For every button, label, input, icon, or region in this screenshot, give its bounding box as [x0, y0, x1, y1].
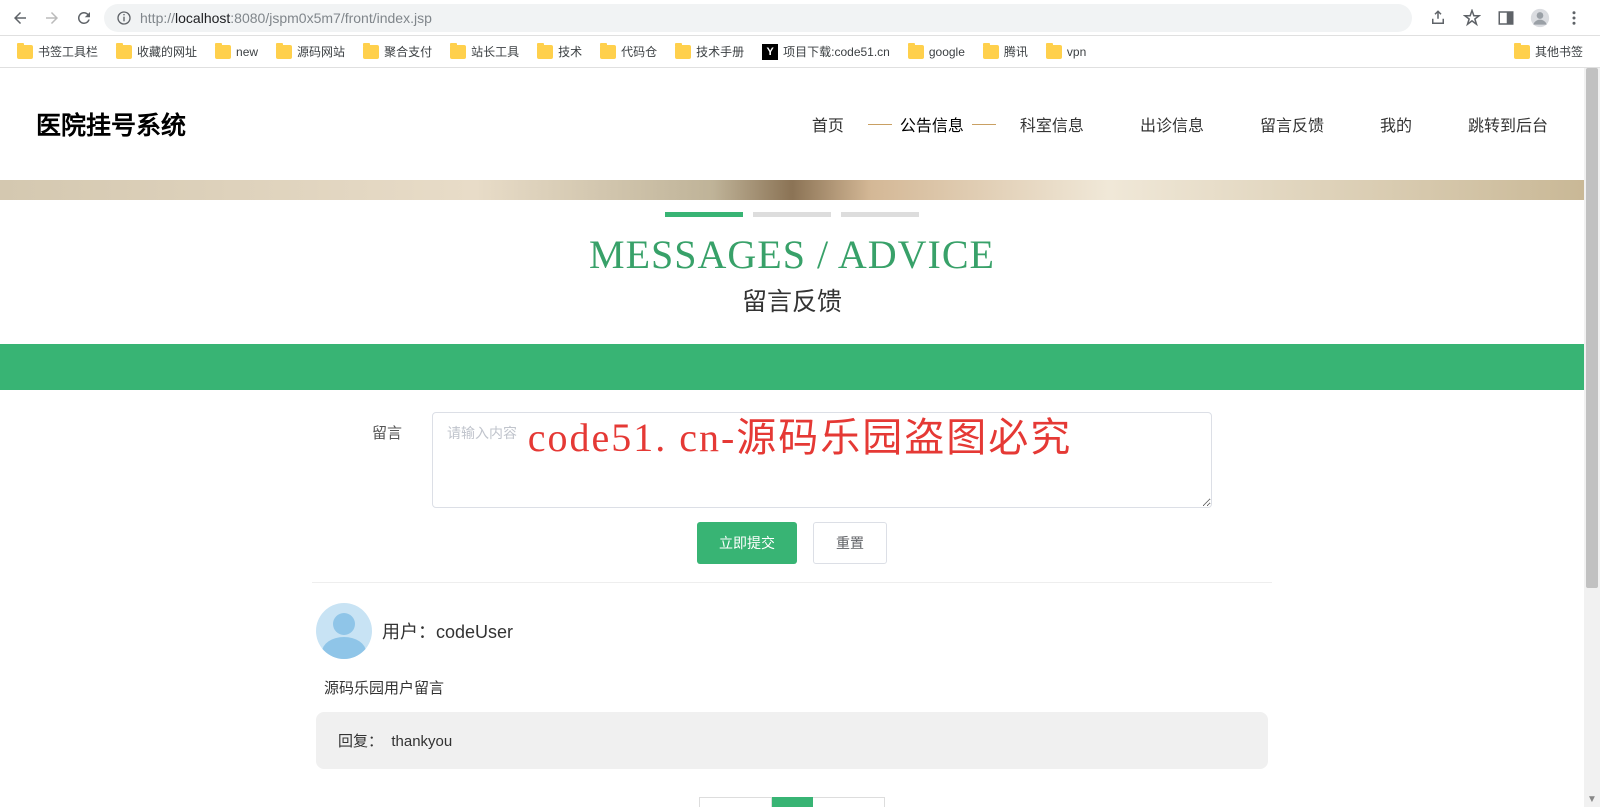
- folder-icon: [450, 45, 466, 59]
- bookmark-label: 收藏的网址: [137, 43, 197, 60]
- folder-icon: [600, 45, 616, 59]
- bookmark-other[interactable]: 其他书签: [1507, 39, 1590, 64]
- main-nav: 首页 公告信息 科室信息 出诊信息 留言反馈 我的 跳转到后台: [812, 108, 1548, 140]
- page-next[interactable]: 下一页: [813, 797, 885, 807]
- nav-item[interactable]: 公告信息: [900, 108, 964, 140]
- section-title-cn: 留言反馈: [0, 282, 1584, 318]
- panel-icon[interactable]: [1496, 8, 1516, 28]
- folder-icon: [537, 45, 553, 59]
- bookmark-item[interactable]: 腾讯: [976, 39, 1035, 64]
- bookmark-item[interactable]: 源码网站: [269, 39, 352, 64]
- scrollbar-thumb[interactable]: [1586, 68, 1598, 588]
- submit-button[interactable]: 立即提交: [697, 522, 797, 564]
- nav-item[interactable]: 留言反馈: [1260, 108, 1324, 140]
- nav-item[interactable]: 首页: [812, 108, 844, 140]
- toolbar-right: [1420, 8, 1592, 28]
- bookmark-item[interactable]: 站长工具: [443, 39, 526, 64]
- bookmark-label: 其他书签: [1535, 43, 1583, 60]
- bookmark-item[interactable]: vpn: [1039, 41, 1093, 63]
- bookmark-item[interactable]: 技术: [530, 39, 589, 64]
- bookmark-label: new: [236, 45, 258, 59]
- folder-icon: [1514, 45, 1530, 59]
- forward-button[interactable]: [40, 6, 64, 30]
- comment-text: 源码乐园用户留言: [324, 677, 1268, 698]
- watermark-text: code51. cn-源码乐园盗图必究: [528, 405, 1073, 463]
- bookmark-label: 项目下载:code51.cn: [783, 43, 890, 60]
- arrow-left-icon: [11, 9, 29, 27]
- folder-icon: [17, 45, 33, 59]
- bookmark-label: 书签工具栏: [38, 43, 98, 60]
- reload-icon: [75, 9, 93, 27]
- arrow-right-icon: [43, 9, 61, 27]
- reply-box: 回复： thankyou: [316, 712, 1268, 769]
- bookmark-item[interactable]: 代码仓: [593, 39, 664, 64]
- bookmark-item[interactable]: Y 项目下载:code51.cn: [755, 39, 897, 64]
- bookmark-label: 源码网站: [297, 43, 345, 60]
- pagination: 上一页 1 下一页: [0, 797, 1584, 807]
- form-label-message: 留言: [372, 412, 412, 443]
- reload-button[interactable]: [72, 6, 96, 30]
- bookmark-item[interactable]: 聚合支付: [356, 39, 439, 64]
- bookmark-label: vpn: [1067, 45, 1086, 59]
- share-icon[interactable]: [1428, 8, 1448, 28]
- nav-item[interactable]: 跳转到后台: [1468, 108, 1548, 140]
- folder-icon: [1046, 45, 1062, 59]
- url-text: http://localhost:8080/jspm0x5m7/front/in…: [140, 10, 432, 26]
- bookmark-item[interactable]: 技术手册: [668, 39, 751, 64]
- folder-icon: [363, 45, 379, 59]
- site-header: 医院挂号系统 首页 公告信息 科室信息 出诊信息 留言反馈 我的 跳转到后台: [0, 68, 1584, 180]
- address-bar[interactable]: http://localhost:8080/jspm0x5m7/front/in…: [104, 4, 1412, 32]
- site-icon: Y: [762, 44, 778, 60]
- bookmark-item[interactable]: google: [901, 41, 972, 63]
- site-logo: 医院挂号系统: [36, 106, 186, 142]
- profile-icon[interactable]: [1530, 8, 1550, 28]
- folder-icon: [675, 45, 691, 59]
- bookmark-item[interactable]: 书签工具栏: [10, 39, 105, 64]
- folder-icon: [908, 45, 924, 59]
- reset-button[interactable]: 重置: [813, 522, 887, 564]
- section-title-en: MESSAGES / ADVICE: [0, 231, 1584, 278]
- bookmark-label: 技术: [558, 43, 582, 60]
- nav-item[interactable]: 出诊信息: [1140, 108, 1204, 140]
- menu-icon[interactable]: [1564, 8, 1584, 28]
- bookmark-item[interactable]: new: [208, 41, 265, 63]
- carousel-dot-2[interactable]: [753, 212, 831, 217]
- user-avatar: [316, 603, 372, 659]
- comments-list: 用户：codeUser 源码乐园用户留言 回复： thankyou: [312, 582, 1272, 769]
- bookmark-label: google: [929, 45, 965, 59]
- bookmark-label: 聚合支付: [384, 43, 432, 60]
- page-content: 医院挂号系统 首页公告信息科室信息出诊信息留言反馈我的跳转到后台 MESSAGE…: [0, 68, 1584, 807]
- banner-image: [0, 180, 1584, 200]
- comment-item: 用户：codeUser 源码乐园用户留言 回复： thankyou: [312, 603, 1272, 769]
- scrollbar[interactable]: ▲ ▼: [1584, 68, 1600, 807]
- comment-username: 用户：codeUser: [382, 618, 513, 644]
- carousel-dot-1[interactable]: [665, 212, 743, 217]
- bookmarks-bar: 书签工具栏 收藏的网址 new 源码网站 聚合支付 站长工具 技术 代码仓 技术手册 Y 项目下载:…: [0, 36, 1600, 68]
- carousel-indicators: [0, 212, 1584, 217]
- scroll-down-icon[interactable]: ▼: [1584, 791, 1600, 807]
- folder-icon: [116, 45, 132, 59]
- bookmark-label: 站长工具: [471, 43, 519, 60]
- green-separator: [0, 344, 1584, 390]
- back-button[interactable]: [8, 6, 32, 30]
- bookmark-star-icon[interactable]: [1462, 8, 1482, 28]
- page-prev[interactable]: 上一页: [699, 797, 772, 807]
- section-title: MESSAGES / ADVICE 留言反馈: [0, 231, 1584, 318]
- browser-toolbar: http://localhost:8080/jspm0x5m7/front/in…: [0, 0, 1600, 36]
- bookmark-item[interactable]: 收藏的网址: [109, 39, 204, 64]
- page-current[interactable]: 1: [772, 797, 812, 807]
- bookmark-label: 技术手册: [696, 43, 744, 60]
- folder-icon: [215, 45, 231, 59]
- nav-item[interactable]: 科室信息: [1020, 108, 1084, 140]
- page-viewport: 医院挂号系统 首页公告信息科室信息出诊信息留言反馈我的跳转到后台 MESSAGE…: [0, 68, 1600, 807]
- nav-item[interactable]: 我的: [1380, 108, 1412, 140]
- carousel-dot-3[interactable]: [841, 212, 919, 217]
- folder-icon: [983, 45, 999, 59]
- bookmark-label: 代码仓: [621, 43, 657, 60]
- bookmark-label: 腾讯: [1004, 43, 1028, 60]
- folder-icon: [276, 45, 292, 59]
- info-icon: [116, 10, 132, 26]
